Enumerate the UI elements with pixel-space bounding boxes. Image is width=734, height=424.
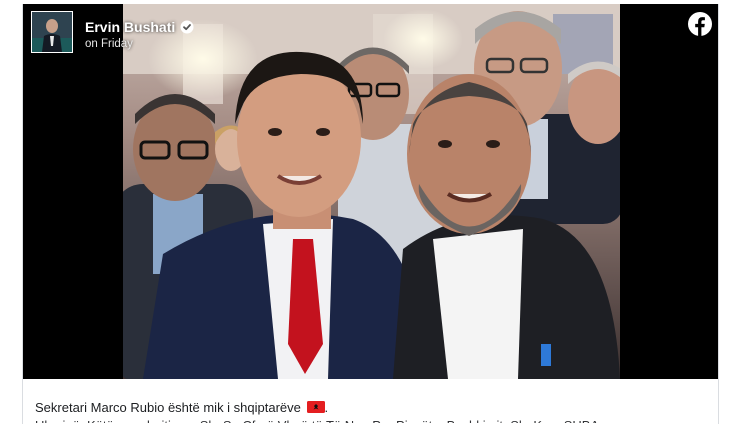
page: Ervin Bushati on Friday Sekretari Marco … [0, 0, 734, 424]
post-media[interactable]: Ervin Bushati on Friday [23, 4, 718, 379]
avatar-image [32, 12, 72, 52]
post-timestamp[interactable]: on Friday [85, 38, 194, 50]
post-header: Ervin Bushati on Friday [31, 11, 710, 59]
photo-illustration [123, 4, 620, 379]
author-line: Ervin Bushati [85, 19, 194, 35]
facebook-post-embed: Ervin Bushati on Friday Sekretari Marco … [22, 4, 719, 424]
caption-text: Sekretari Marco Rubio është mik i shqipt… [35, 400, 301, 415]
caption-suffix: . [324, 400, 329, 415]
albania-flag-icon [306, 400, 325, 413]
author-block: Ervin Bushati on Friday [85, 11, 194, 50]
post-photo[interactable] [123, 4, 620, 379]
caption-line-2: Ukrainë, Këtë menderitjen e Sh. Se Çfarë… [35, 417, 708, 423]
author-name[interactable]: Ervin Bushati [85, 19, 175, 35]
verified-badge-icon [180, 20, 194, 34]
post-caption: Sekretari Marco Rubio është mik i shqipt… [35, 399, 708, 423]
caption-line-1: Sekretari Marco Rubio është mik i shqipt… [35, 399, 708, 417]
facebook-logo-icon[interactable] [688, 12, 712, 36]
author-avatar[interactable] [31, 11, 73, 53]
